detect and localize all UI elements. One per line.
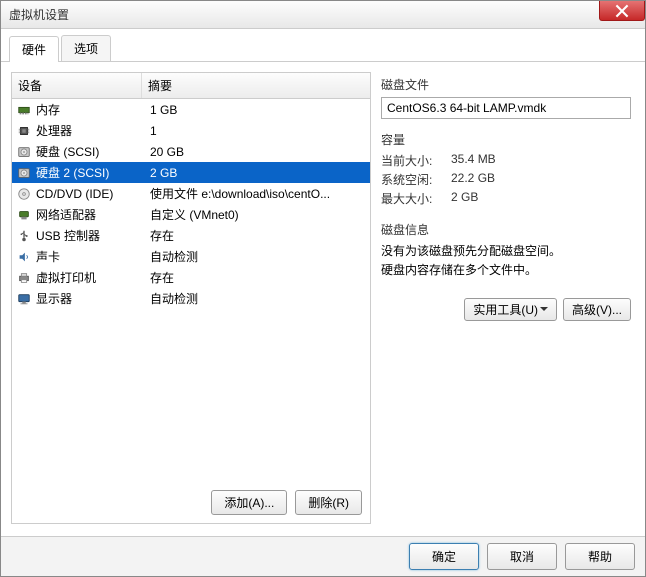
- capacity-label: 容量: [381, 131, 631, 148]
- device-summary: 自定义 (VMnet0): [146, 206, 366, 223]
- capacity-section: 容量 当前大小: 35.4 MB 系统空闲: 22.2 GB 最大大小: 2 G…: [381, 131, 631, 209]
- device-name: 硬盘 (SCSI): [36, 143, 146, 160]
- device-summary: 使用文件 e:\download\iso\centO...: [146, 185, 366, 202]
- system-free-value: 22.2 GB: [451, 171, 495, 188]
- disk-file-section: 磁盘文件: [381, 76, 631, 119]
- device-summary: 自动检测: [146, 248, 366, 265]
- window-title: 虚拟机设置: [5, 6, 69, 23]
- add-button[interactable]: 添加(A)...: [211, 490, 287, 515]
- usb-icon: [16, 228, 32, 244]
- ok-button[interactable]: 确定: [409, 543, 479, 570]
- device-name: 内存: [36, 101, 146, 118]
- display-icon: [16, 291, 32, 307]
- tab-options[interactable]: 选项: [61, 35, 111, 61]
- table-row[interactable]: 硬盘 (SCSI)20 GB: [12, 141, 370, 162]
- disk-icon: [16, 144, 32, 160]
- utilities-button[interactable]: 实用工具(U): [464, 298, 557, 321]
- remove-button[interactable]: 删除(R): [295, 490, 362, 515]
- device-name: 硬盘 2 (SCSI): [36, 164, 146, 181]
- header-device[interactable]: 设备: [12, 73, 142, 98]
- cancel-button[interactable]: 取消: [487, 543, 557, 570]
- cd-icon: [16, 186, 32, 202]
- device-summary: 存在: [146, 227, 366, 244]
- table-row[interactable]: 声卡自动检测: [12, 246, 370, 267]
- disk-info-section: 磁盘信息 没有为该磁盘预先分配磁盘空间。 硬盘内容存储在多个文件中。: [381, 221, 631, 280]
- table-row[interactable]: 虚拟打印机存在: [12, 267, 370, 288]
- device-summary: 自动检测: [146, 290, 366, 307]
- current-size-value: 35.4 MB: [451, 152, 496, 169]
- utilities-label: 实用工具(U): [473, 301, 538, 318]
- cpu-icon: [16, 123, 32, 139]
- device-name: 处理器: [36, 122, 146, 139]
- printer-icon: [16, 270, 32, 286]
- max-size-label: 最大大小:: [381, 190, 451, 207]
- disk-file-label: 磁盘文件: [381, 76, 631, 93]
- device-name: CD/DVD (IDE): [36, 187, 146, 201]
- table-row[interactable]: 显示器自动检测: [12, 288, 370, 309]
- table-row[interactable]: 处理器1: [12, 120, 370, 141]
- vm-settings-window: 虚拟机设置 硬件 选项 设备 摘要 内存1 GB处理器1硬盘 (SCSI)20 …: [0, 0, 646, 577]
- disk-info-line1: 没有为该磁盘预先分配磁盘空间。: [381, 242, 631, 259]
- device-name: USB 控制器: [36, 227, 146, 244]
- system-free-row: 系统空闲: 22.2 GB: [381, 171, 631, 188]
- device-buttons: 添加(A)... 删除(R): [12, 482, 370, 523]
- device-list[interactable]: 内存1 GB处理器1硬盘 (SCSI)20 GB硬盘 2 (SCSI)2 GBC…: [12, 99, 370, 482]
- bottom-bar: 确定 取消 帮助: [1, 536, 645, 576]
- details-panel: 磁盘文件 容量 当前大小: 35.4 MB 系统空闲: 22.2 GB 最大大小…: [381, 72, 635, 524]
- table-row[interactable]: 网络适配器自定义 (VMnet0): [12, 204, 370, 225]
- current-size-row: 当前大小: 35.4 MB: [381, 152, 631, 169]
- device-summary: 1: [146, 124, 366, 138]
- titlebar: 虚拟机设置: [1, 1, 645, 29]
- device-panel: 设备 摘要 内存1 GB处理器1硬盘 (SCSI)20 GB硬盘 2 (SCSI…: [11, 72, 371, 524]
- memory-icon: [16, 102, 32, 118]
- disk-file-input[interactable]: [381, 97, 631, 119]
- tabs: 硬件 选项: [1, 29, 645, 62]
- sound-icon: [16, 249, 32, 265]
- device-summary: 20 GB: [146, 145, 366, 159]
- device-summary: 存在: [146, 269, 366, 286]
- content-area: 设备 摘要 内存1 GB处理器1硬盘 (SCSI)20 GB硬盘 2 (SCSI…: [1, 62, 645, 534]
- device-summary: 1 GB: [146, 103, 366, 117]
- device-name: 网络适配器: [36, 206, 146, 223]
- table-row[interactable]: CD/DVD (IDE)使用文件 e:\download\iso\centO..…: [12, 183, 370, 204]
- table-row[interactable]: 硬盘 2 (SCSI)2 GB: [12, 162, 370, 183]
- max-size-row: 最大大小: 2 GB: [381, 190, 631, 207]
- current-size-label: 当前大小:: [381, 152, 451, 169]
- network-icon: [16, 207, 32, 223]
- table-row[interactable]: USB 控制器存在: [12, 225, 370, 246]
- help-button[interactable]: 帮助: [565, 543, 635, 570]
- chevron-down-icon: [540, 307, 548, 312]
- device-name: 显示器: [36, 290, 146, 307]
- close-icon: [615, 4, 629, 18]
- disk-icon: [16, 165, 32, 181]
- disk-info-line2: 硬盘内容存储在多个文件中。: [381, 261, 631, 278]
- header-summary[interactable]: 摘要: [142, 73, 370, 98]
- advanced-button[interactable]: 高级(V)...: [563, 298, 631, 321]
- tab-hardware[interactable]: 硬件: [9, 36, 59, 62]
- detail-buttons: 实用工具(U) 高级(V)...: [381, 298, 631, 321]
- device-summary: 2 GB: [146, 166, 366, 180]
- device-name: 虚拟打印机: [36, 269, 146, 286]
- device-name: 声卡: [36, 248, 146, 265]
- max-size-value: 2 GB: [451, 190, 478, 207]
- disk-info-label: 磁盘信息: [381, 221, 631, 238]
- table-row[interactable]: 内存1 GB: [12, 99, 370, 120]
- close-button[interactable]: [599, 1, 645, 21]
- table-header: 设备 摘要: [12, 73, 370, 99]
- system-free-label: 系统空闲:: [381, 171, 451, 188]
